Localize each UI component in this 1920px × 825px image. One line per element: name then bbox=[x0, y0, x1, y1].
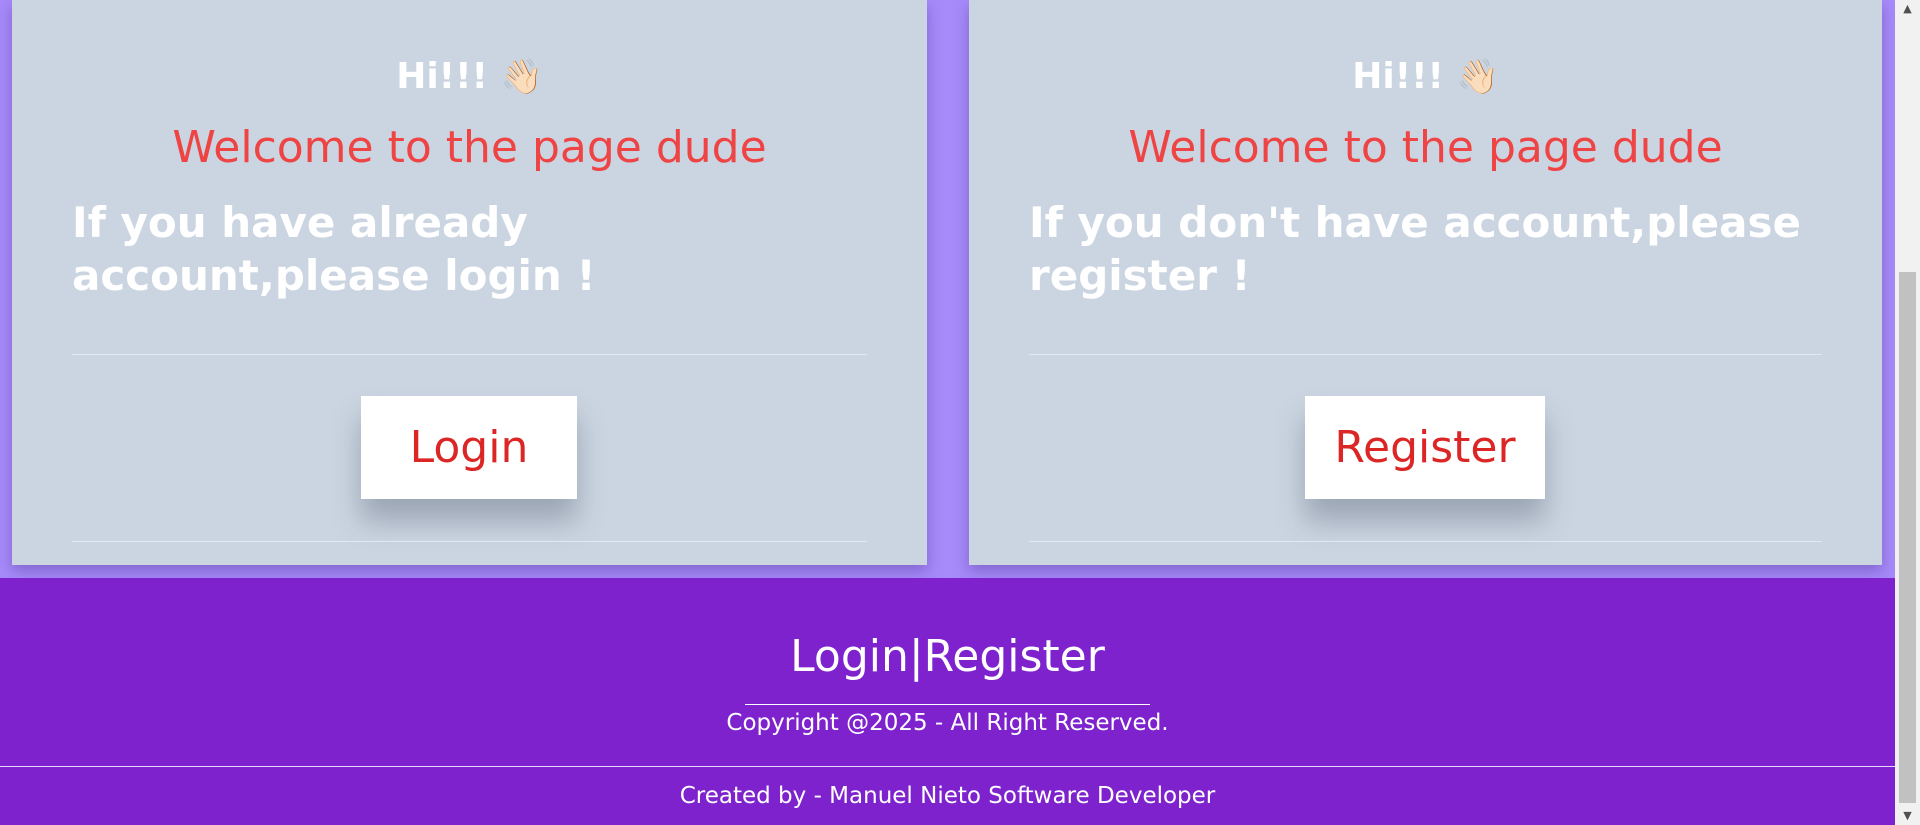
register-button[interactable]: Register bbox=[1305, 396, 1545, 499]
divider bbox=[72, 541, 867, 542]
login-card-greeting: Hi!!! 👋🏻 bbox=[12, 56, 927, 97]
divider bbox=[1029, 541, 1822, 542]
greeting-text: Hi!!! bbox=[396, 56, 488, 97]
waving-hand-icon: 👋🏻 bbox=[500, 57, 543, 97]
register-card-welcome: Welcome to the page dude bbox=[1128, 122, 1723, 173]
vertical-scrollbar[interactable]: ▲ ▼ bbox=[1895, 0, 1920, 825]
footer-credit: Created by - Manuel Nieto Software Devel… bbox=[679, 783, 1216, 809]
scrollbar-thumb[interactable] bbox=[1899, 272, 1916, 803]
footer-brand-underline bbox=[745, 704, 1150, 705]
divider bbox=[72, 354, 867, 355]
login-card-message: If you have already account,please login… bbox=[72, 198, 596, 300]
footer-copyright: Copyright @2025 - All Right Reserved. bbox=[726, 710, 1169, 736]
login-card: Hi!!! 👋🏻 Welcome to the page dude If you… bbox=[12, 0, 927, 565]
register-card: Hi!!! 👋🏻 Welcome to the page dude If you… bbox=[969, 0, 1882, 565]
scroll-down-arrow-icon[interactable]: ▼ bbox=[1895, 807, 1920, 825]
cards-area: Hi!!! 👋🏻 Welcome to the page dude If you… bbox=[0, 0, 1895, 578]
login-button[interactable]: Login bbox=[361, 396, 577, 499]
footer-divider bbox=[0, 766, 1895, 767]
scroll-up-arrow-icon[interactable]: ▲ bbox=[1895, 0, 1920, 18]
register-card-message: If you don't have account,please registe… bbox=[1029, 198, 1801, 300]
login-card-welcome: Welcome to the page dude bbox=[172, 122, 767, 173]
register-card-greeting: Hi!!! 👋🏻 bbox=[969, 56, 1882, 97]
greeting-text: Hi!!! bbox=[1352, 56, 1444, 97]
divider bbox=[1029, 354, 1822, 355]
waving-hand-icon: 👋🏻 bbox=[1456, 57, 1499, 97]
footer: Login|Register Copyright @2025 - All Rig… bbox=[0, 578, 1895, 825]
footer-brand: Login|Register bbox=[790, 631, 1105, 682]
